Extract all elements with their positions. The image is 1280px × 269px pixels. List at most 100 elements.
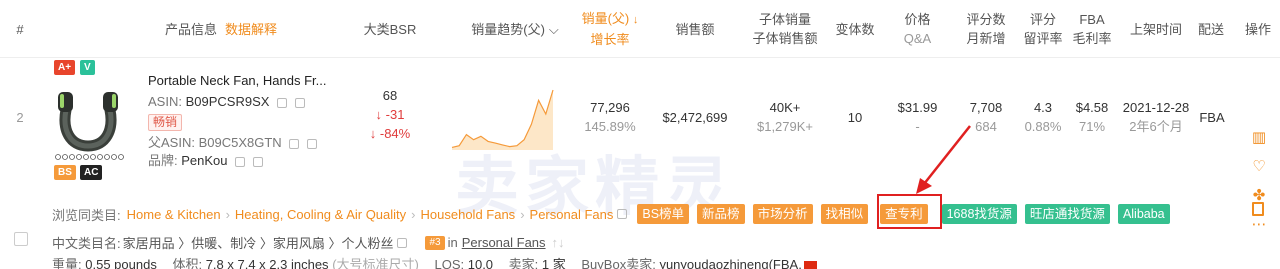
meta-line: 重量: 0.55 pounds 体积: 7.8 x 7.4 x 2.3 inch… — [52, 254, 817, 269]
child-sales-cell: 40K+ $1,279K+ — [745, 98, 825, 136]
calculator-icon[interactable] — [1252, 202, 1264, 216]
listed-ago: 2年6个月 — [1129, 119, 1183, 134]
rating-value: 4.3 — [1033, 100, 1053, 115]
external-link-icon[interactable] — [617, 209, 628, 219]
sales-trend-sparkline[interactable] — [450, 88, 555, 152]
bar-chart-icon[interactable]: ▥ — [1247, 128, 1271, 157]
header-fba[interactable]: FBA 毛利率 — [1070, 0, 1114, 58]
revenue-cell: $2,472,699 — [662, 110, 728, 125]
crumb-home-kitchen[interactable]: Home & Kitchen — [127, 207, 221, 222]
header-rating[interactable]: 评分 留评率 — [1022, 0, 1064, 58]
external-link-icon[interactable] — [294, 97, 305, 108]
weight-label: 重量: — [52, 257, 82, 269]
chevron-down-icon: ⌵ — [548, 21, 559, 37]
table-header: # 产品信息 数据解释 大类BSR 销量趋势(父) ⌵ 销量(父) ↓ 增长率 销… — [0, 0, 1280, 58]
amazon-choice-badge: AC — [80, 165, 103, 180]
find-similar-button[interactable]: 找相似 — [820, 204, 869, 224]
cn-category-label: 中文类目名: — [52, 236, 121, 251]
product-image[interactable] — [52, 80, 124, 162]
row-index: 2 — [16, 110, 24, 125]
bsr-change: ↓ -31 — [375, 107, 405, 122]
sort-down-icon: ↓ — [632, 14, 639, 26]
source-1688-button[interactable]: 1688找货源 — [941, 204, 1017, 224]
fba-cell: $4.58 71% — [1068, 98, 1116, 136]
header-shipping: 配送 — [1197, 21, 1224, 37]
cn-category-line: 中文类目名: 家居用品 〉供暖、制冷 〉家用风扇 〉个人粉丝 #3 in Per… — [52, 233, 565, 252]
highlight-box — [877, 194, 942, 229]
reviews-value: 7,708 — [969, 100, 1003, 115]
copy-icon[interactable] — [289, 138, 300, 149]
bsr-value[interactable]: 68 — [383, 86, 397, 105]
best-seller-badge: BS — [54, 165, 76, 180]
header-price[interactable]: 价格 Q&A — [895, 0, 940, 58]
fba-value: $4.58 — [1075, 100, 1109, 115]
retention-value: 0.88% — [1024, 119, 1062, 134]
header-bsr[interactable]: 大类BSR — [355, 0, 425, 58]
product-title[interactable]: Portable Neck Fan, Hands Fr... — [148, 73, 326, 88]
crumb-heating-cooling[interactable]: Heating, Cooling & Air Quality — [235, 207, 406, 222]
header-index: # — [16, 21, 24, 37]
listed-date: 2021-12-28 — [1122, 100, 1190, 115]
rank-in: in — [447, 235, 458, 250]
header-listed[interactable]: 上架时间 — [1124, 0, 1188, 58]
crumb-personal-fans[interactable]: Personal Fans — [530, 207, 614, 222]
parent-asin-value[interactable]: B09C5X8GTN — [199, 135, 282, 150]
heart-icon[interactable]: ♡ — [1247, 157, 1271, 186]
rank-category-link[interactable]: Personal Fans — [462, 235, 546, 250]
external-link-icon[interactable] — [306, 138, 317, 149]
listed-cell: 2021-12-28 2年6个月 — [1120, 98, 1192, 136]
copy-icon[interactable] — [277, 97, 288, 108]
china-flag-icon — [803, 261, 817, 269]
verified-badge: V — [80, 60, 95, 75]
header-child-sales[interactable]: 子体销量 子体销售额 — [745, 0, 825, 58]
bsr-cell: 68 ↓ -31 ↓ -84% — [355, 86, 425, 143]
data-explain-link[interactable]: 数据解释 — [225, 20, 277, 39]
lqs-value: 10.0 — [467, 257, 494, 269]
wangdiantong-source-button[interactable]: 旺店通找货源 — [1024, 204, 1110, 224]
parent-asin-label: 父ASIN: — [148, 135, 195, 150]
crumb-household-fans[interactable]: Household Fans — [421, 207, 516, 222]
header-reviews[interactable]: 评分数 月新增 — [962, 0, 1010, 58]
alibaba-button[interactable]: Alibaba — [1117, 204, 1170, 224]
size-note: (大号标准尺寸) — [332, 257, 419, 269]
row-checkbox[interactable] — [14, 232, 28, 246]
size-label: 体积: — [172, 257, 203, 269]
header-sales-trend[interactable]: 销量趋势(父) ⌵ — [465, 0, 565, 58]
margin-value: 71% — [1078, 119, 1106, 134]
buybox-value[interactable]: yunyoudaozhineng(FBA, — [659, 257, 801, 269]
a-plus-badge: A+ — [54, 60, 76, 75]
category-line: 浏览同类目: Home & Kitchen › Heating, Cooling … — [52, 204, 1178, 224]
parent-asin-line: 父ASIN: B09C5X8GTN — [148, 132, 317, 151]
brand-value[interactable]: PenKou — [181, 153, 227, 168]
rating-cell: 4.3 0.88% — [1020, 98, 1066, 136]
header-product-info-label: 产品信息 — [164, 21, 217, 37]
rank-trend-icon[interactable]: ↑↓ — [552, 235, 565, 250]
variants-cell[interactable]: 10 — [830, 108, 880, 127]
sales-cell: 77,296 145.89% — [575, 98, 645, 136]
category-label: 浏览同类目: — [52, 207, 121, 223]
asin-line: ASIN: B09PCSR9SX — [148, 94, 305, 109]
sellers-value[interactable]: 1 家 — [542, 257, 566, 269]
asin-value[interactable]: B09PCSR9SX — [186, 94, 270, 109]
size-value: 7.8 x 7.4 x 2.3 inches — [205, 257, 329, 269]
bs-list-button[interactable]: BS榜单 — [637, 204, 690, 224]
more-icon[interactable]: ⋯ — [1247, 215, 1271, 244]
external-link-icon[interactable] — [252, 156, 263, 167]
table-row: 2 A+ V BS AC Portable Neck Fan, Hands Fr… — [0, 58, 1280, 233]
row-actions: ▥ ♡ ✤ ⋯ — [1247, 128, 1271, 244]
header-variants[interactable]: 变体数 — [830, 0, 880, 58]
header-revenue[interactable]: 销售额 — [665, 0, 725, 58]
copy-icon[interactable] — [235, 156, 246, 167]
cn-category-path: 家居用品 〉供暖、制冷 〉家用风扇 〉个人粉丝 — [122, 236, 394, 251]
brand-label: 品牌: — [148, 153, 178, 168]
lqs-label: LQS: — [434, 257, 465, 269]
header-sales-sort[interactable]: 销量(父) ↓ 增长率 — [575, 0, 645, 58]
buybox-label: BuyBox卖家: — [581, 257, 656, 269]
new-release-button[interactable]: 新品榜 — [697, 204, 745, 224]
child-revenue-value: $1,279K+ — [756, 119, 814, 134]
external-link-icon[interactable] — [397, 237, 408, 248]
market-analysis-button[interactable]: 市场分析 — [752, 204, 813, 224]
growth-value: 145.89% — [584, 119, 636, 134]
header-product-info: 产品信息 数据解释 — [146, 0, 296, 58]
child-sales-value: 40K+ — [769, 100, 801, 115]
